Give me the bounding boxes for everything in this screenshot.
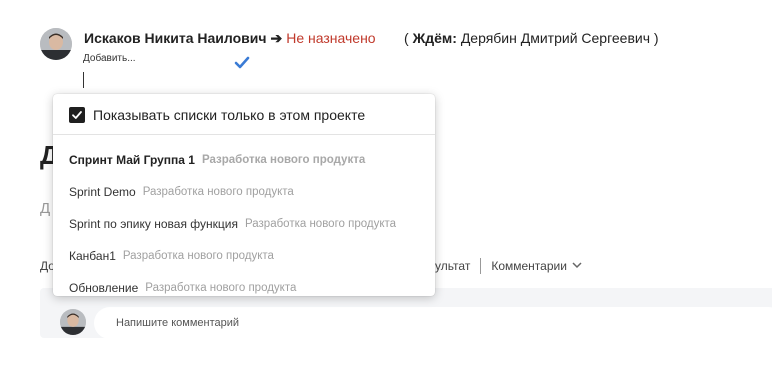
assignee-line: Искаков Никита Наилович ➔ Не назначено (84, 30, 376, 47)
add-link[interactable]: Добавить... (83, 53, 136, 64)
assignee-name[interactable]: Искаков Никита Наилович (84, 30, 266, 46)
chevron-down-icon[interactable] (572, 260, 582, 272)
list-item-name: Канбан1 (69, 249, 116, 263)
tab-divider (480, 258, 482, 274)
dropdown-divider (53, 134, 435, 135)
list-item-name: Обновление (69, 281, 139, 295)
comment-input[interactable] (94, 307, 772, 339)
list-item-name: Sprint по эпику новая функция (69, 217, 238, 231)
list-item-project: Разработка нового продукта (122, 250, 274, 262)
status-not-assigned[interactable]: Не назначено (286, 30, 375, 46)
waiting-open-paren: ( (404, 30, 409, 46)
list-item[interactable]: Sprint Demo Разработка нового продукта (69, 176, 427, 208)
project-filter-label: Показывать списки только в этом проекте (93, 107, 366, 123)
text-cursor (83, 72, 84, 88)
list-item[interactable]: Sprint по эпику новая функция Разработка… (69, 208, 427, 240)
tabs-right: ультат Комментарии (435, 258, 582, 274)
list-item-project: Разработка нового продукта (244, 218, 397, 230)
list-item[interactable]: Канбан1 Разработка нового продукта (69, 240, 427, 272)
check-icon[interactable] (234, 56, 250, 70)
page-subtitle-fragment: Д (40, 200, 51, 217)
list-item[interactable]: Обновление Разработка нового продукта (69, 272, 427, 304)
list-item-project: Разработка нового продукта (145, 282, 297, 294)
list-item[interactable]: Спринт Май Группа 1 Разработка нового пр… (69, 144, 427, 176)
project-filter-checkbox-row[interactable]: Показывать списки только в этом проекте (69, 106, 365, 124)
checkbox-checked-icon[interactable] (69, 107, 85, 123)
arrow-right-icon: ➔ (270, 30, 283, 46)
assignee-avatar (40, 28, 72, 60)
sprint-list: Спринт Май Группа 1 Разработка нового пр… (69, 144, 427, 304)
sprint-list-dropdown: Показывать списки только в этом проекте … (53, 94, 435, 296)
list-item-name: Sprint Demo (69, 185, 136, 199)
waiting-for: ( Ждём: Дерябин Дмитрий Сергеевич ) (404, 30, 659, 46)
tab-comments[interactable]: Комментарии (491, 259, 567, 273)
comment-avatar (60, 309, 86, 335)
list-item-name: Спринт Май Группа 1 (69, 153, 195, 167)
tab-result[interactable]: ультат (435, 259, 470, 273)
waiting-label: Ждём: (412, 30, 457, 46)
list-item-project: Разработка нового продукта (201, 154, 366, 166)
waiting-person[interactable]: Дерябин Дмитрий Сергеевич ) (461, 30, 659, 46)
list-item-project: Разработка нового продукта (142, 186, 294, 198)
